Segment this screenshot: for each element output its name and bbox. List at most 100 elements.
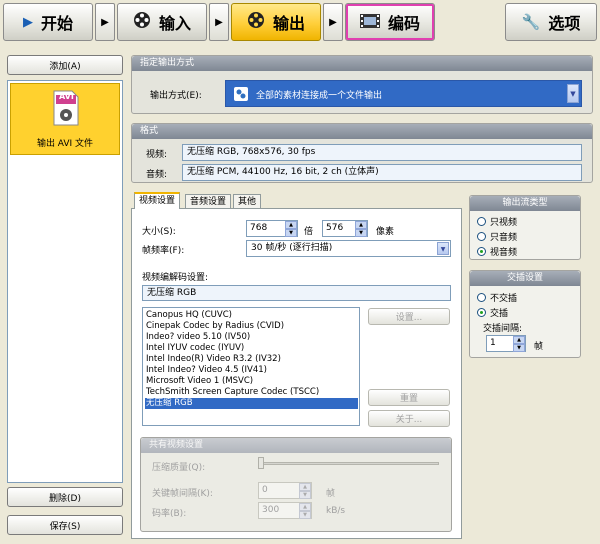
- nav-start-label: 开始: [40, 14, 73, 33]
- save-button[interactable]: 保存(S): [7, 515, 123, 535]
- common-video-settings-panel: 共有视频设置 压缩质量(Q): 关键帧间隔(K): 0 ▲ ▼ 帧 码率(B): …: [140, 437, 452, 532]
- output-method-select[interactable]: 全部的素材连接成一个文件输出 ▼: [225, 80, 582, 107]
- output-method-label: 输出方式(E):: [150, 91, 202, 101]
- output-avi-item[interactable]: AVI 输出 AVI 文件: [10, 83, 120, 155]
- quality-label: 压缩质量(Q):: [152, 463, 206, 473]
- codec-about-button[interactable]: 关于...: [368, 410, 450, 427]
- height-stepper[interactable]: 576 ▲ ▼: [322, 220, 368, 237]
- codec-list-item[interactable]: Intel IYUV codec (IYUV): [145, 343, 358, 354]
- codec-list-item-selected[interactable]: 无压缩 RGB: [145, 398, 358, 409]
- radio-video-only[interactable]: 只视频: [477, 215, 517, 228]
- nav-next-arrow-1[interactable]: ▶: [95, 3, 115, 41]
- nav-output-button[interactable]: 输出: [231, 3, 321, 41]
- codec-current-field: 无压缩 RGB: [142, 285, 451, 301]
- format-title: 格式: [132, 124, 592, 139]
- stream-type-title: 输出流类型: [470, 196, 580, 211]
- height-value: 576: [326, 223, 344, 233]
- codec-settings-button[interactable]: 设置...: [368, 308, 450, 325]
- pixels-label: 像素: [376, 227, 395, 237]
- main-toolbar: ▶ 开始 ▶ 输入 ▶ 输出 ▶ 编码 🔧 选项: [0, 0, 600, 44]
- output-method-title: 指定输出方式: [132, 56, 592, 71]
- arrow-right-icon: ▶: [329, 16, 337, 28]
- bitrate-spin-buttons[interactable]: ▲ ▼: [299, 503, 311, 519]
- bitrate-stepper[interactable]: 300 ▲ ▼: [258, 502, 312, 519]
- quality-slider-track[interactable]: [259, 462, 439, 465]
- format-panel: 格式 视频: 无压缩 RGB, 768x576, 30 fps 音频: 无压缩 …: [131, 123, 593, 183]
- codec-list-item[interactable]: Canopus HQ (CUVC): [145, 310, 358, 321]
- interlace-spin-buttons[interactable]: ▲ ▼: [513, 336, 525, 352]
- radio-indicator-checked: [477, 247, 486, 256]
- interlace-interval-unit: 帧: [534, 342, 544, 352]
- format-video-value: 无压缩 RGB, 768x576, 30 fps: [182, 144, 582, 161]
- radio-indicator: [477, 293, 486, 302]
- keyframe-value: 0: [262, 485, 268, 495]
- nav-input-button[interactable]: 输入: [117, 3, 207, 41]
- interlace-interval-stepper[interactable]: 1 ▲ ▼: [486, 335, 526, 352]
- tab-audio-settings[interactable]: 音频设置: [185, 194, 232, 209]
- arrow-right-icon: ▶: [215, 16, 223, 28]
- nav-options-button[interactable]: 🔧 选项: [505, 3, 597, 41]
- chevron-down-icon[interactable]: ▼: [567, 84, 579, 103]
- save-button-label: 保存(S): [49, 521, 81, 532]
- codec-list[interactable]: Canopus HQ (CUVC) Cinepak Codec by Radiu…: [142, 307, 360, 426]
- radio-no-interlace-label: 不交插: [490, 294, 518, 304]
- connect-files-icon: [234, 87, 248, 101]
- keyframe-stepper[interactable]: 0 ▲ ▼: [258, 482, 312, 499]
- codec-list-item[interactable]: Intel Indeo(R) Video R3.2 (IV32): [145, 354, 358, 365]
- radio-video-audio-label: 视音频: [490, 248, 518, 258]
- arrow-right-icon: ▶: [101, 16, 109, 28]
- nav-encode-button[interactable]: 编码: [345, 3, 435, 41]
- output-format-list[interactable]: AVI 输出 AVI 文件: [7, 80, 123, 483]
- codec-list-item[interactable]: Indeo? video 5.10 (IV50): [145, 332, 358, 343]
- wrench-icon: 🔧: [521, 13, 541, 31]
- nav-next-arrow-2[interactable]: ▶: [209, 3, 229, 41]
- codec-reset-button[interactable]: 重置: [368, 389, 450, 406]
- bitrate-value: 300: [262, 505, 280, 515]
- codec-reset-label: 重置: [399, 394, 418, 404]
- nav-options-label: 选项: [548, 14, 581, 33]
- radio-indicator: [477, 217, 486, 226]
- radio-interlace[interactable]: 交插: [477, 306, 508, 319]
- output-method-panel: 指定输出方式 输出方式(E): 全部的素材连接成一个文件输出 ▼: [131, 55, 593, 114]
- radio-no-interlace[interactable]: 不交插: [477, 291, 517, 304]
- framerate-label: 帧频率(F):: [142, 246, 185, 256]
- bitrate-unit: kB/s: [326, 506, 346, 516]
- delete-button-label: 删除(D): [49, 493, 81, 504]
- height-spin-buttons[interactable]: ▲ ▼: [355, 221, 367, 237]
- radio-interlace-label: 交插: [490, 309, 509, 319]
- tab-other[interactable]: 其他: [233, 194, 262, 209]
- radio-audio-only[interactable]: 只音频: [477, 230, 517, 243]
- width-value: 768: [250, 223, 268, 233]
- interlace-title: 交插设置: [470, 271, 580, 286]
- width-stepper[interactable]: 768 ▲ ▼: [246, 220, 298, 237]
- keyframe-label: 关键帧间隔(K):: [152, 489, 213, 499]
- nav-input-label: 输入: [158, 14, 191, 33]
- radio-indicator: [477, 232, 486, 241]
- codec-list-item[interactable]: TechSmith Screen Capture Codec (TSCC): [145, 387, 358, 398]
- tab-video-settings[interactable]: 视频设置: [134, 192, 181, 209]
- keyframe-spin-buttons[interactable]: ▲ ▼: [299, 483, 311, 499]
- add-button[interactable]: 添加(A): [7, 55, 123, 75]
- radio-video-audio[interactable]: 视音频: [477, 245, 517, 258]
- times-label: 倍: [304, 227, 314, 237]
- avi-badge: AVI: [59, 92, 74, 101]
- nav-start-button[interactable]: ▶ 开始: [3, 3, 93, 41]
- codec-list-item[interactable]: Cinepak Codec by Radius (CVID): [145, 321, 358, 332]
- codec-setting-label: 视频编解码设置:: [142, 273, 209, 283]
- stream-type-panel: 输出流类型 只视频 只音频 视音频: [469, 195, 581, 260]
- interlace-interval-value: 1: [490, 338, 496, 348]
- format-audio-value: 无压缩 PCM, 44100 Hz, 16 bit, 2 ch (立体声): [182, 164, 582, 181]
- width-spin-buttons[interactable]: ▲ ▼: [285, 221, 297, 237]
- codec-list-item[interactable]: Microsoft Video 1 (MSVC): [145, 376, 358, 387]
- chevron-down-icon[interactable]: ▼: [437, 242, 449, 255]
- nav-encode-label: 编码: [387, 14, 420, 33]
- radio-audio-only-label: 只音频: [490, 233, 518, 243]
- codec-list-item[interactable]: Intel Indeo? Video 4.5 (IV41): [145, 365, 358, 376]
- interlace-interval-label: 交插间隔:: [483, 324, 523, 334]
- nav-next-arrow-3[interactable]: ▶: [323, 3, 343, 41]
- framerate-select[interactable]: 30 帧/秒 (逐行扫描) ▼: [246, 240, 451, 257]
- quality-slider-thumb[interactable]: [258, 457, 264, 469]
- interlace-panel: 交插设置 不交插 交插 交插间隔: 1 ▲ ▼ 帧: [469, 270, 581, 358]
- keyframe-unit: 帧: [326, 489, 336, 499]
- delete-button[interactable]: 删除(D): [7, 487, 123, 507]
